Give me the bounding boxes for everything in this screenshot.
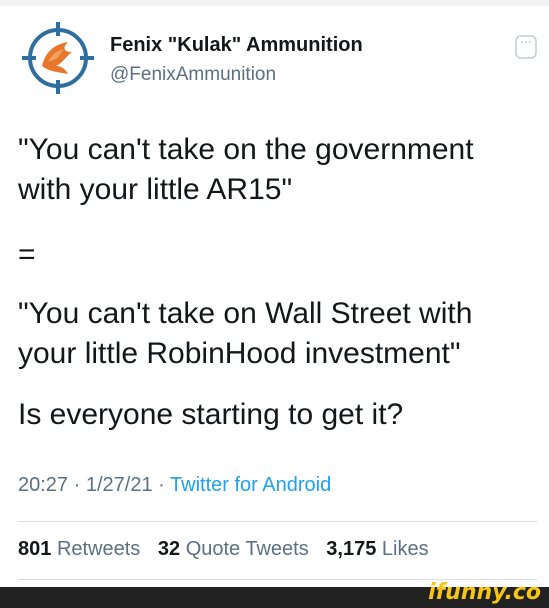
- tweet-time[interactable]: 20:27: [18, 474, 68, 496]
- tweet-source-app[interactable]: Twitter for Android: [170, 474, 331, 496]
- retweets-stat[interactable]: 801 Retweets: [18, 538, 140, 560]
- tweet-text-line: your little RobinHood investment": [18, 337, 461, 370]
- tweet-text-line: "You can't take on Wall Street with: [18, 297, 473, 330]
- likes-label: Likes: [381, 538, 429, 560]
- tweet-stats: 801 Retweets 32 Quote Tweets 3,175 Likes: [18, 538, 429, 561]
- more-options-icon[interactable]: [515, 32, 537, 62]
- author-handle[interactable]: @FenixAmmunition: [110, 64, 276, 86]
- quotes-label: Quote Tweets: [185, 538, 309, 560]
- tweet-text-line: with your little AR15": [18, 173, 293, 206]
- top-border: [0, 0, 549, 6]
- tweet-text-line: Is everyone starting to get it?: [18, 398, 404, 431]
- meta-separator: ·: [73, 474, 81, 496]
- divider: [18, 521, 537, 522]
- tweet-date[interactable]: 1/27/21: [86, 474, 153, 496]
- retweets-count: 801: [18, 538, 52, 560]
- quote-tweets-stat[interactable]: 32 Quote Tweets: [158, 538, 309, 560]
- tweet-meta: 20:27 · 1/27/21 · Twitter for Android: [18, 474, 331, 497]
- retweets-label: Retweets: [56, 538, 141, 560]
- tweet-text-line: "You can't take on the government: [18, 133, 474, 166]
- avatar[interactable]: [22, 22, 94, 94]
- quotes-count: 32: [157, 538, 181, 560]
- meta-separator: ·: [158, 474, 165, 496]
- phoenix-crosshair-logo-icon: [22, 22, 94, 94]
- likes-count: 3,175: [326, 538, 377, 560]
- likes-stat[interactable]: 3,175 Likes: [326, 538, 428, 560]
- tweet-text-line: =: [18, 238, 36, 271]
- author-name[interactable]: Fenix "Kulak" Ammunition: [110, 34, 363, 57]
- ifunny-watermark: ifunny.co: [428, 580, 541, 605]
